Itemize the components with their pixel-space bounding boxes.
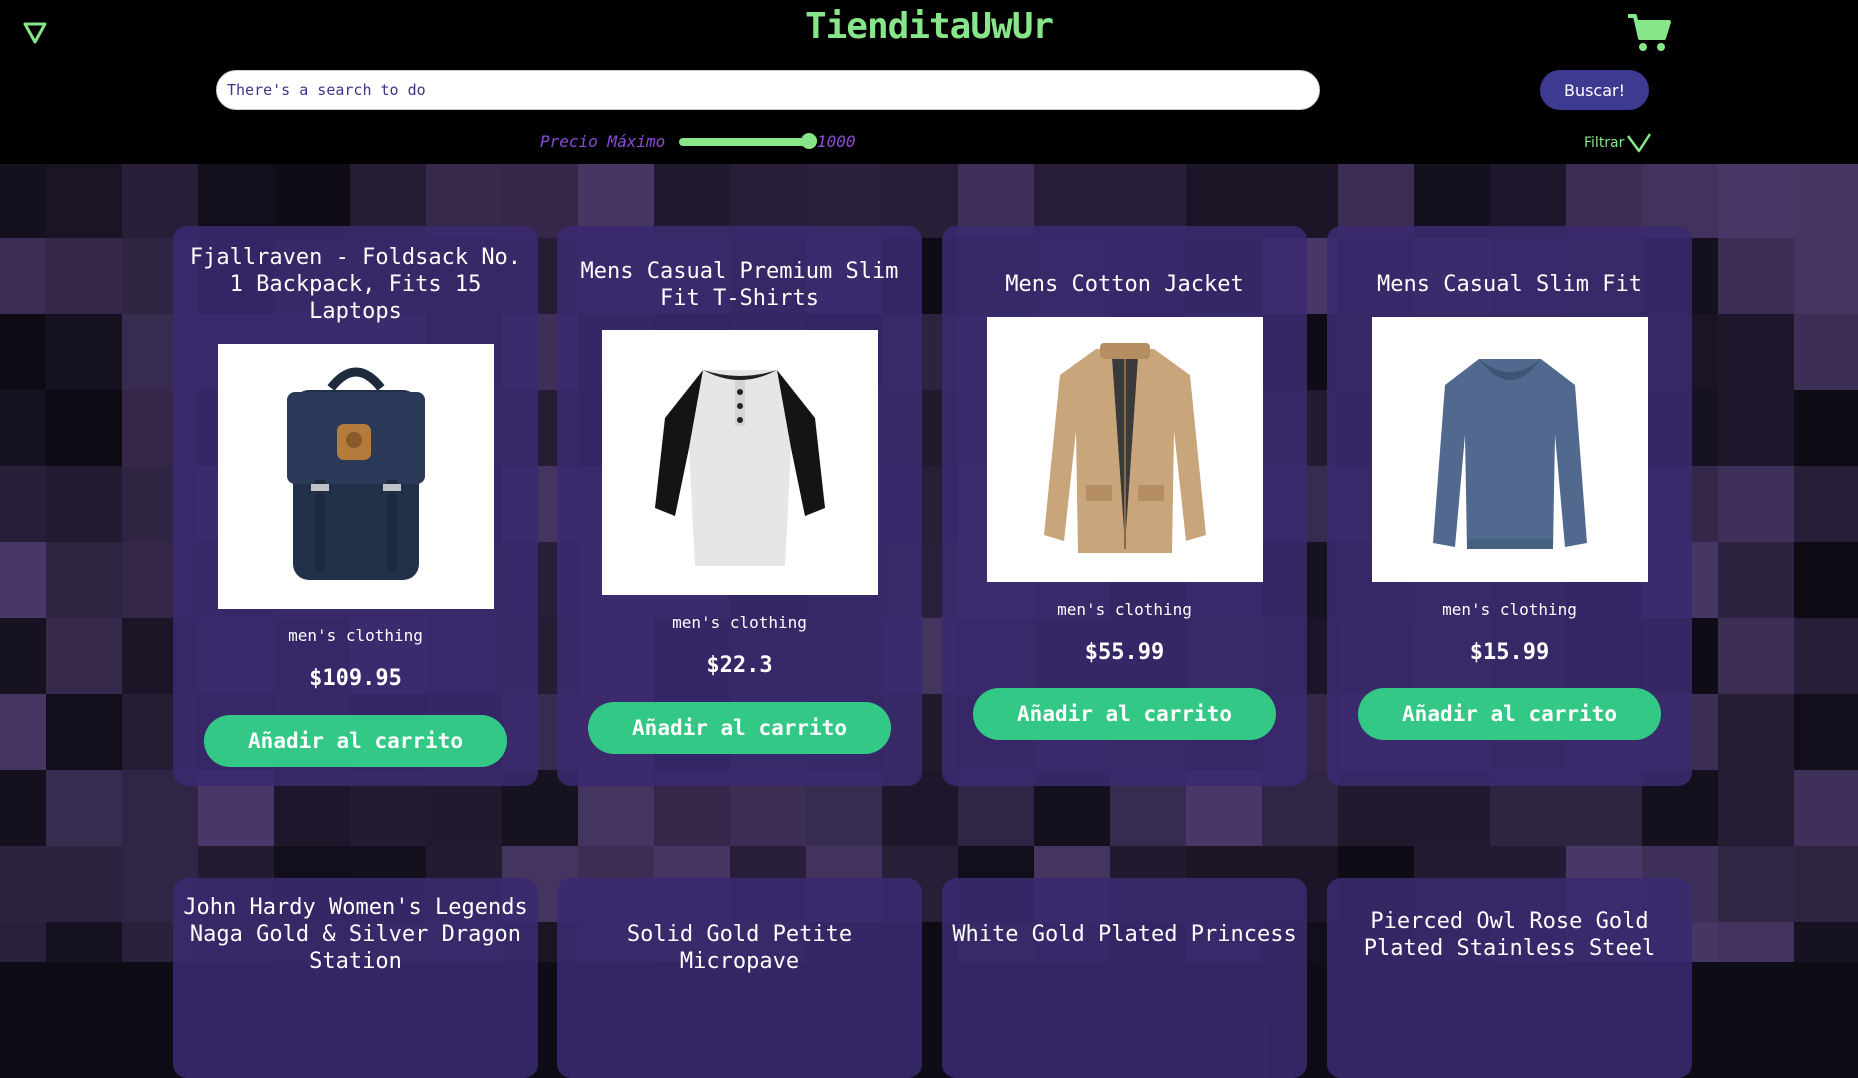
jacket-image (1044, 342, 1206, 553)
filter-label: Filtrar (1584, 135, 1625, 151)
product-title: Solid Gold Petite Micropave (626, 922, 853, 974)
product-card: White Gold Plated Princess (942, 878, 1307, 1078)
product-category: men's clothing (1057, 600, 1192, 619)
product-title: Mens Casual Premium Slim Fit T-Shirts (580, 259, 899, 311)
mosaic-tile (46, 390, 122, 466)
mosaic-tile (0, 694, 46, 770)
product-price: $55.99 (1084, 640, 1165, 665)
mosaic-tile (46, 162, 122, 238)
mosaic-tile (1794, 694, 1858, 770)
mosaic-tile (1718, 694, 1794, 770)
mosaic-tile (1794, 618, 1858, 694)
search-input[interactable] (216, 70, 1320, 110)
mosaic-tile (1718, 542, 1794, 618)
product-title: White Gold Plated Princess (952, 922, 1297, 947)
mosaic-tile (1794, 162, 1858, 238)
filter-toggle[interactable]: Filtrar (1584, 128, 1652, 158)
mosaic-tile (1718, 770, 1794, 846)
mosaic-tile (1794, 922, 1858, 962)
mosaic-tile (46, 466, 122, 542)
price-slider-track[interactable] (679, 138, 809, 146)
mosaic-tile (1794, 846, 1858, 922)
product-image[interactable] (218, 344, 494, 609)
mosaic-tile (0, 390, 46, 466)
product-price: $15.99 (1469, 640, 1550, 665)
mosaic-tile (1718, 846, 1794, 922)
product-price: $109.95 (309, 666, 402, 691)
mosaic-tile (1794, 238, 1858, 314)
mosaic-tile (1794, 390, 1858, 466)
product-title: Mens Casual Slim Fit (1377, 272, 1642, 297)
mosaic-tile (1718, 922, 1794, 962)
price-max-value: 1000 (817, 132, 856, 151)
product-title: Mens Cotton Jacket (1005, 272, 1244, 297)
add-to-cart-button[interactable]: Añadir al carrito (204, 715, 507, 767)
product-title: Pierced Owl Rose Gold Plated Stainless S… (1363, 909, 1656, 961)
mosaic-tile (1718, 162, 1794, 238)
add-to-cart-button[interactable]: Añadir al carrito (1358, 688, 1661, 740)
mosaic-tile (1794, 542, 1858, 618)
product-category: men's clothing (1442, 600, 1577, 619)
tshirt-image (655, 369, 825, 566)
product-card: Fjallraven - Foldsack No. 1 Backpack, Fi… (173, 226, 538, 786)
product-card: Pierced Owl Rose Gold Plated Stainless S… (1327, 878, 1692, 1078)
search-button[interactable]: Buscar! (1540, 70, 1649, 110)
mosaic-tile (0, 466, 46, 542)
mosaic-tile (1718, 618, 1794, 694)
add-to-cart-button[interactable]: Añadir al carrito (588, 702, 891, 754)
longsleeve-image (1433, 358, 1587, 549)
header: TienditaUwUr Buscar! Precio Máximo 1000 … (0, 0, 1858, 164)
product-title: Fjallraven - Foldsack No. 1 Backpack, Fi… (189, 245, 522, 324)
brand-title: TienditaUwUr (804, 6, 1054, 47)
mosaic-tile (46, 770, 122, 846)
mosaic-tile (0, 770, 46, 846)
product-category: men's clothing (672, 613, 807, 632)
product-card: Mens Casual Premium Slim Fit T-Shirts me… (557, 226, 922, 786)
mosaic-tile (46, 618, 122, 694)
product-card: Mens Cotton Jacket men's clothing $55.99… (942, 226, 1307, 786)
product-image[interactable] (987, 317, 1263, 582)
mosaic-tile (0, 618, 46, 694)
mosaic-tile (1794, 314, 1858, 390)
chevron-down-icon (1627, 133, 1652, 153)
mosaic-tile (1718, 238, 1794, 314)
backpack-image (287, 367, 425, 580)
mosaic-tile (1794, 466, 1858, 542)
mosaic-tile (46, 542, 122, 618)
mosaic-tile (46, 922, 122, 962)
mosaic-tile (0, 922, 46, 962)
mosaic-tile (46, 694, 122, 770)
mosaic-tile (46, 314, 122, 390)
product-title: John Hardy Women's Legends Naga Gold & S… (183, 895, 528, 974)
price-slider-thumb[interactable] (801, 133, 817, 149)
product-card: Solid Gold Petite Micropave (557, 878, 922, 1078)
mosaic-tile (0, 238, 46, 314)
product-price: $22.3 (706, 653, 773, 678)
mosaic-tile (46, 238, 122, 314)
price-max-label: Precio Máximo (540, 132, 666, 151)
cart-button[interactable] (1626, 12, 1672, 54)
mosaic-tile (1718, 314, 1794, 390)
cart-icon (1628, 14, 1671, 51)
product-image[interactable] (1372, 317, 1648, 582)
mosaic-tile (0, 162, 46, 238)
mosaic-tile (46, 846, 122, 922)
product-image[interactable] (602, 330, 878, 595)
mosaic-tile (1794, 770, 1858, 846)
mosaic-tile (1718, 390, 1794, 466)
add-to-cart-button[interactable]: Añadir al carrito (973, 688, 1276, 740)
mosaic-tile (0, 314, 46, 390)
mosaic-tile (1718, 466, 1794, 542)
mosaic-tile (0, 542, 46, 618)
product-card: Mens Casual Slim Fit men's clothing $15.… (1327, 226, 1692, 786)
product-card: John Hardy Women's Legends Naga Gold & S… (173, 878, 538, 1078)
product-category: men's clothing (288, 626, 423, 645)
mosaic-tile (0, 846, 46, 922)
